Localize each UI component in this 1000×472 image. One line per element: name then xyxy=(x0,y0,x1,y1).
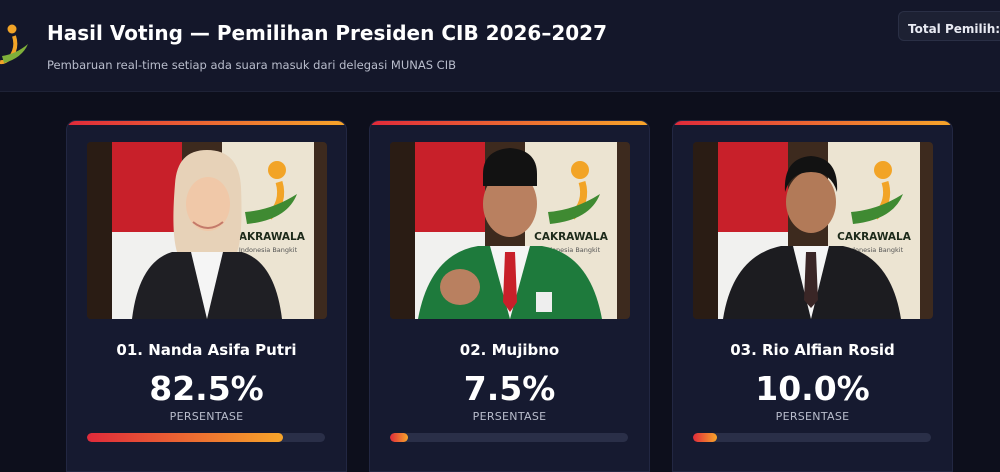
vote-progress-fill xyxy=(390,433,408,442)
photo-banner-text: CAKRAWALA xyxy=(231,231,306,243)
candidate-name: 01. Nanda Asifa Putri xyxy=(116,341,297,359)
photo-banner-text: CAKRAWALA xyxy=(534,231,609,243)
vote-progress-bar xyxy=(87,433,325,442)
page-title: Hasil Voting — Pemilihan Presiden CIB 20… xyxy=(47,21,607,45)
vote-progress-fill xyxy=(87,433,284,442)
vote-progress-bar xyxy=(693,433,931,442)
candidate-percentage: 10.0% xyxy=(755,369,870,408)
candidate-card-1: CAKRAWALA Indonesia Bangkit 01. Nanda As… xyxy=(66,120,347,472)
candidate-card-2: CAKRAWALA Indonesia Bangkit 02. Mujibno … xyxy=(369,120,650,472)
vote-progress-bar xyxy=(390,433,628,442)
candidate-photo-2: CAKRAWALA Indonesia Bangkit xyxy=(390,142,630,319)
candidate-name: 03. Rio Alfian Rosid xyxy=(730,341,895,359)
percentage-label: PERSENTASE xyxy=(169,410,244,423)
candidate-name: 02. Mujibno xyxy=(459,341,560,359)
photo-banner-sub: Indonesia Bangkit xyxy=(239,246,298,254)
card-accent-bar xyxy=(673,121,952,125)
candidate-percentage: 7.5% xyxy=(463,369,556,408)
candidate-percentage: 82.5% xyxy=(149,369,264,408)
percentage-label: PERSENTASE xyxy=(775,410,850,423)
total-voters-badge: Total Pemilih: 4 xyxy=(898,11,1000,41)
card-accent-bar xyxy=(67,121,346,125)
page-header: Hasil Voting — Pemilihan Presiden CIB 20… xyxy=(0,0,1000,92)
candidate-photo-1: CAKRAWALA Indonesia Bangkit xyxy=(87,142,327,319)
candidate-photo-3: CAKRAWALA Indonesia Bangkit xyxy=(693,142,933,319)
percentage-label: PERSENTASE xyxy=(472,410,547,423)
cakrawala-logo-icon xyxy=(0,24,28,65)
candidate-card-3: CAKRAWALA Indonesia Bangkit 03. Rio Alfi… xyxy=(672,120,953,472)
card-accent-bar xyxy=(370,121,649,125)
photo-banner-text: CAKRAWALA xyxy=(837,231,912,243)
page-subtitle: Pembaruan real-time setiap ada suara mas… xyxy=(47,58,456,72)
vote-progress-fill xyxy=(693,433,717,442)
total-voters-label: Total Pemilih: xyxy=(908,22,1000,36)
